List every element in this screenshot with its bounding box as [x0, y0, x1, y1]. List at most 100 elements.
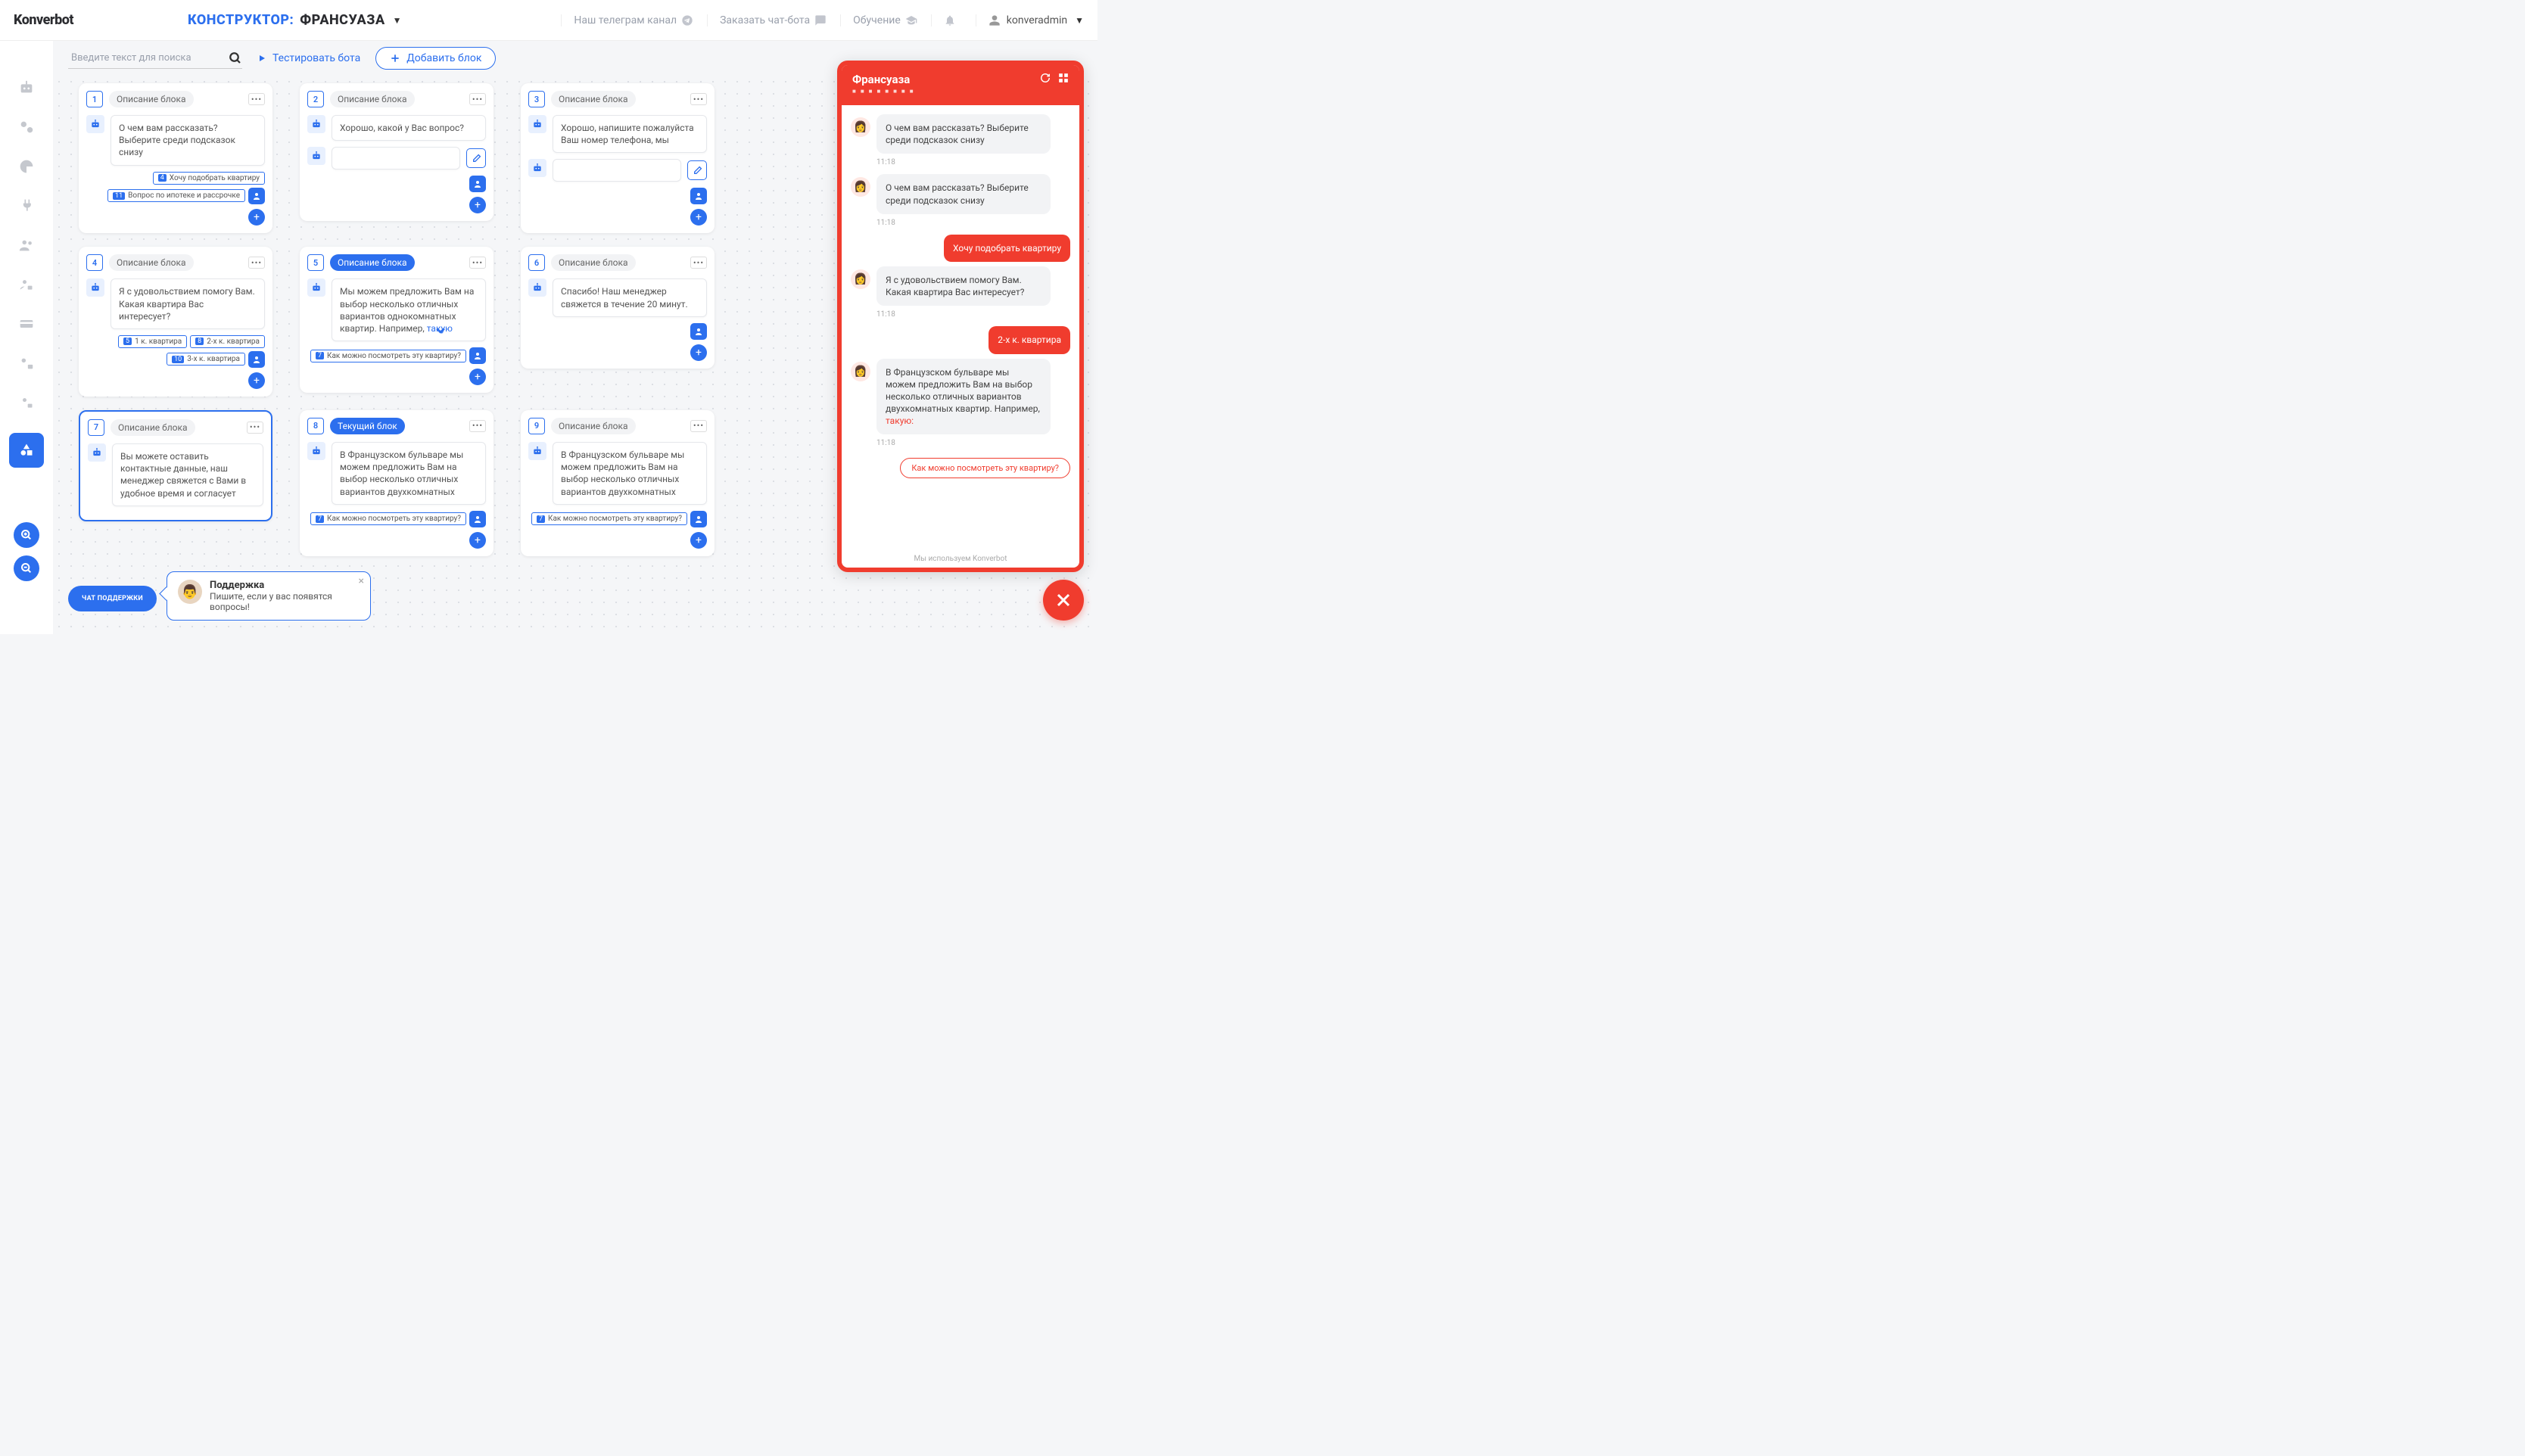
preview-title: Франсуаза — [852, 73, 915, 86]
block-menu-button[interactable]: ••• — [469, 257, 486, 269]
block-menu-button[interactable]: ••• — [469, 93, 486, 105]
block-card-2[interactable]: 2 Описание блока ••• Хорошо, какой у Вас… — [300, 83, 493, 221]
block-card-6[interactable]: 6 Описание блока ••• Спасибо! Наш менедж… — [521, 247, 715, 368]
option-chip[interactable]: 103-х к. квартира — [167, 353, 245, 366]
block-number: 3 — [528, 91, 545, 107]
option-chip[interactable]: 7Как можно посмотреть эту квартиру? — [531, 512, 687, 525]
option-chip[interactable]: 82-х к. квартира — [190, 335, 265, 348]
user-menu[interactable]: konveradmin ▼ — [976, 14, 1084, 26]
add-option-button[interactable]: + — [690, 344, 707, 361]
option-chip[interactable]: 51 к. квартира — [118, 335, 187, 348]
block-number: 9 — [528, 418, 545, 434]
rail-gears-icon[interactable] — [17, 118, 36, 136]
rail-chart-icon[interactable] — [17, 157, 36, 176]
learn-link[interactable]: Обучение — [840, 14, 917, 26]
add-option-button[interactable]: + — [469, 369, 486, 385]
block-chip[interactable]: Описание блока — [551, 91, 636, 107]
add-block-button[interactable]: Добавить блок — [375, 47, 496, 70]
block-card-1[interactable]: 1 Описание блока ••• О чем вам рассказат… — [79, 83, 272, 233]
support-close-button[interactable]: × — [359, 575, 364, 587]
block-chip[interactable]: Описание блока — [111, 419, 195, 436]
refresh-icon[interactable] — [1040, 73, 1051, 83]
block-card-8[interactable]: 8 Текущий блок ••• В Французском бульвар… — [300, 410, 493, 556]
block-number: 6 — [528, 254, 545, 271]
user-icon — [989, 14, 1001, 26]
support-chat-button[interactable]: ЧАТ ПОДДЕРЖКИ — [68, 586, 157, 611]
telegram-link[interactable]: Наш телеграм канал — [561, 14, 693, 26]
block-card-5[interactable]: 5 Описание блока ••• Мы можем предложить… — [300, 247, 493, 393]
block-number: 1 — [86, 91, 103, 107]
notifications-button[interactable] — [931, 14, 962, 26]
add-option-button[interactable]: + — [248, 372, 265, 389]
play-icon — [257, 54, 266, 63]
block-chip[interactable]: Описание блока — [109, 254, 194, 271]
close-preview-button[interactable] — [1043, 580, 1084, 621]
search-icon — [229, 51, 242, 65]
block-menu-button[interactable]: ••• — [247, 422, 263, 434]
option-chip[interactable]: 4Хочу подобрать квартиру — [153, 172, 265, 185]
bot-icon — [528, 278, 546, 297]
add-option-button[interactable]: + — [469, 197, 486, 213]
message-bubble: В Французском бульваре мы можем предложи… — [876, 359, 1051, 435]
edit-button[interactable] — [466, 148, 486, 168]
user-icon — [690, 323, 707, 340]
user-icon — [469, 347, 486, 364]
block-card-7[interactable]: 7 Описание блока ••• Вы можете оставить … — [79, 410, 272, 521]
block-card-4[interactable]: 4 Описание блока ••• Я с удовольствием п… — [79, 247, 272, 397]
add-option-button[interactable]: + — [690, 209, 707, 226]
rail-user-lock2-icon[interactable] — [17, 394, 36, 412]
block-card-3[interactable]: 3 Описание блока ••• Хорошо, напишите по… — [521, 83, 715, 233]
title-area[interactable]: КОНСТРУКТОР: ФРАНСУАЗА ▼ — [188, 12, 402, 28]
block-number: 2 — [307, 91, 324, 107]
bot-icon — [528, 442, 546, 460]
block-number: 5 — [307, 254, 324, 271]
search-button[interactable] — [229, 51, 242, 65]
rail-card-icon[interactable] — [17, 315, 36, 333]
bell-icon — [944, 14, 956, 26]
block-menu-button[interactable]: ••• — [469, 420, 486, 432]
add-option-button[interactable]: + — [469, 532, 486, 549]
preview-action-button[interactable]: Как можно посмотреть эту квартиру? — [900, 458, 1070, 478]
block-menu-button[interactable]: ••• — [690, 93, 707, 105]
option-chip[interactable]: 7Как можно посмотреть эту квартиру? — [310, 512, 466, 525]
block-chip[interactable]: Описание блока — [330, 91, 415, 107]
edit-button[interactable] — [687, 160, 707, 180]
expand-icon[interactable] — [1058, 73, 1069, 83]
zoom-out-button[interactable] — [14, 555, 39, 581]
add-option-button[interactable]: + — [248, 209, 265, 226]
option-chip[interactable]: 7Как можно посмотреть эту квартиру? — [310, 350, 466, 362]
option-chip[interactable]: 11Вопрос по ипотеке и рассрочке — [107, 189, 245, 202]
support-title: Поддержка — [210, 580, 360, 591]
test-bot-button[interactable]: Тестировать бота — [257, 52, 360, 64]
preview-user-message: 2-х к. квартира — [851, 326, 1070, 353]
rail-users-icon[interactable] — [17, 236, 36, 254]
bot-avatar: 👩 — [851, 362, 870, 381]
rail-user-lock-icon[interactable] — [17, 275, 36, 294]
search-input[interactable] — [68, 48, 229, 68]
input-placeholder[interactable] — [553, 159, 681, 182]
preview-bot-message: 👩Я с удовольствием помогу Вам. Какая ква… — [851, 266, 1070, 306]
rail-plug-icon[interactable] — [17, 197, 36, 215]
rail-users-lock-icon[interactable] — [17, 354, 36, 372]
block-chip[interactable]: Описание блока — [551, 418, 636, 434]
input-placeholder[interactable] — [332, 147, 460, 170]
block-chip[interactable]: Описание блока — [109, 91, 194, 107]
block-menu-button[interactable]: ••• — [248, 257, 265, 269]
rail-bot-icon[interactable] — [17, 79, 36, 97]
block-chip[interactable]: Описание блока — [551, 254, 636, 271]
zoom-in-button[interactable] — [14, 522, 39, 548]
block-menu-button[interactable]: ••• — [248, 93, 265, 105]
bot-icon — [528, 159, 546, 177]
rail-shapes-icon[interactable] — [9, 433, 44, 468]
block-menu-button[interactable]: ••• — [690, 257, 707, 269]
block-chip[interactable]: Описание блока — [330, 254, 415, 271]
block-chip[interactable]: Текущий блок — [330, 418, 405, 434]
bot-icon — [307, 442, 325, 460]
message-bubble: О чем вам рассказать? Выберите среди под… — [876, 174, 1051, 213]
add-option-button[interactable]: + — [690, 532, 707, 549]
block-card-9[interactable]: 9 Описание блока ••• В Французском бульв… — [521, 410, 715, 556]
chevron-down-icon: ▼ — [1075, 15, 1084, 26]
block-menu-button[interactable]: ••• — [690, 420, 707, 432]
order-bot-link[interactable]: Заказать чат-бота — [707, 14, 827, 26]
preview-user-message: Хочу подобрать квартиру — [851, 235, 1070, 262]
